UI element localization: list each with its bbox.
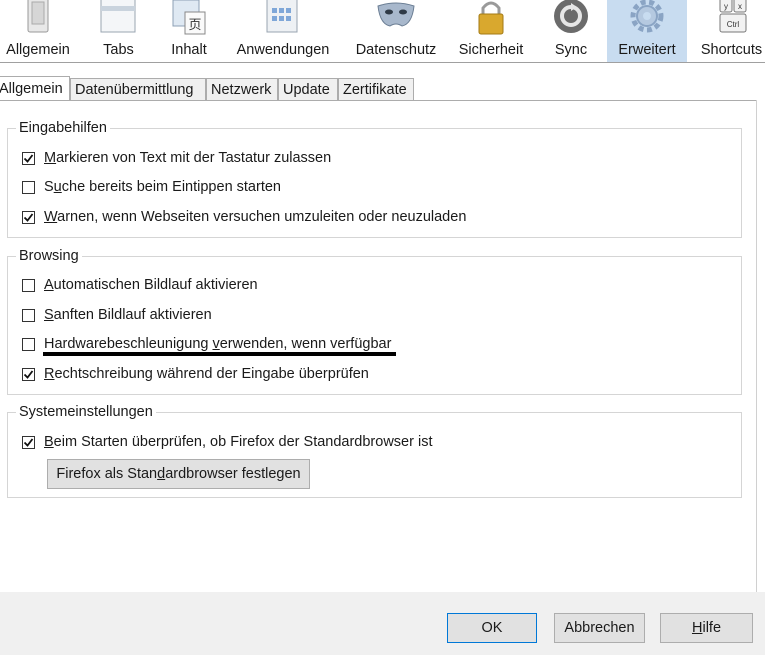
checkbox-label: Warnen, wenn Webseiten versuchen umzulei… [44,209,467,225]
svg-text:x: x [738,2,742,11]
set-default-browser-button[interactable]: Firefox als Standardbrowser festlegen [47,459,310,489]
switch-icon [18,0,58,36]
checkbox-label: Suche bereits beim Eintippen starten [44,179,281,195]
checkbox-hardwarebeschleunigung[interactable]: Hardwarebeschleunigung verwenden, wenn v… [22,334,391,354]
tab-panel-border [0,100,757,101]
toolbar-label: Erweitert [618,42,676,58]
tab-zertifikate[interactable]: Zertifikate [338,78,414,100]
sync-icon [551,0,591,36]
checkbox-label: Beim Starten überprüfen, ob Firefox der … [44,434,433,450]
toolbar-item-shortcuts[interactable]: y x Ctrl Shortcuts [698,0,765,62]
underline-annotation [43,352,396,356]
toolbar-label: Allgemein [6,42,70,58]
checkbox-standardbrowser-pruefen[interactable]: Beim Starten überprüfen, ob Firefox der … [22,432,432,452]
toolbar-item-tabs[interactable]: Tabs [90,0,147,62]
toolbar-label: Anwendungen [236,42,330,58]
content-image-icon: 页 [169,0,209,36]
toolbar-item-inhalt[interactable]: 页 Inhalt [160,0,218,62]
ok-button[interactable]: OK [447,613,537,643]
svg-text:y: y [724,2,728,11]
checkbox-label: Sanften Bildlauf aktivieren [44,307,212,323]
tab-netzwerk[interactable]: Netzwerk [206,78,278,100]
applications-icon [263,0,303,36]
svg-text:Ctrl: Ctrl [726,20,739,29]
checkbox-label: Rechtschreibung während der Eingabe über… [44,366,369,382]
tab-allgemein[interactable]: Allgemein [0,76,70,101]
checkbox-box[interactable] [22,180,35,194]
toolbar-item-allgemein[interactable]: Allgemein [0,0,76,62]
group-browsing: Browsing Automatischen Bildlauf aktivier… [7,247,742,395]
tab-panel-right-border [756,100,757,592]
checkbox-label: Markieren von Text mit der Tastatur zula… [44,150,332,166]
toolbar-label: Datenschutz [355,42,437,58]
checkbox-box[interactable] [22,337,35,351]
toolbar-label: Tabs [103,42,134,58]
group-systemeinstellungen: Systemeinstellungen Beim Starten überprü… [7,403,742,498]
toolbar-label: Sync [554,42,588,58]
group-eingabehilfen: Eingabehilfen Markieren von Text mit der… [7,119,742,238]
checkbox-automatischer-bildlauf[interactable]: Automatischen Bildlauf aktivieren [22,275,258,295]
checkbox-suche-beim-eintippen[interactable]: Suche bereits beim Eintippen starten [22,177,281,197]
toolbar-item-anwendungen[interactable]: Anwendungen [232,0,334,62]
checkbox-label: Automatischen Bildlauf aktivieren [44,277,258,293]
padlock-icon [471,0,511,36]
group-title: Browsing [16,247,82,265]
dialog-button-bar: OK Abbrechen Hilfe [0,592,765,655]
group-title: Systemeinstellungen [16,403,156,421]
checkbox-markieren-text-tastatur[interactable]: Markieren von Text mit der Tastatur zula… [22,148,331,168]
checkbox-box[interactable] [22,308,35,322]
checkbox-box[interactable] [22,210,35,224]
checkbox-warnen-umleiten[interactable]: Warnen, wenn Webseiten versuchen umzulei… [22,207,466,227]
preferences-toolbar: Allgemein Tabs 页 Inhalt Anwendungen Date… [0,0,765,63]
tab-update[interactable]: Update [278,78,338,100]
help-button[interactable]: Hilfe [660,613,753,643]
toolbar-item-sicherheit[interactable]: Sicherheit [455,0,527,62]
checkbox-box[interactable] [22,151,35,165]
toolbar-label: Inhalt [171,42,207,58]
checkbox-label: Hardwarebeschleunigung verwenden, wenn v… [44,336,392,352]
tab-datenuebermittlung[interactable]: Datenübermittlung [70,78,206,100]
checkbox-box[interactable] [22,278,35,292]
cancel-button[interactable]: Abbrechen [554,613,645,643]
checkbox-box[interactable] [22,367,35,381]
keyboard-keys-icon: y x Ctrl [712,0,752,36]
checkbox-rechtschreibung[interactable]: Rechtschreibung während der Eingabe über… [22,364,369,384]
gear-icon [627,0,667,36]
group-title: Eingabehilfen [16,119,110,137]
toolbar-label: Sicherheit [458,42,524,58]
checkbox-box[interactable] [22,435,35,449]
svg-text:页: 页 [188,18,201,33]
toolbar-label: Shortcuts [700,42,763,58]
checkbox-sanfter-bildlauf[interactable]: Sanften Bildlauf aktivieren [22,305,212,325]
toolbar-item-datenschutz[interactable]: Datenschutz [350,0,442,62]
toolbar-item-sync[interactable]: Sync [546,0,596,62]
mask-icon [376,0,416,36]
tabs-window-icon [99,0,139,36]
toolbar-item-erweitert[interactable]: Erweitert [607,0,687,62]
